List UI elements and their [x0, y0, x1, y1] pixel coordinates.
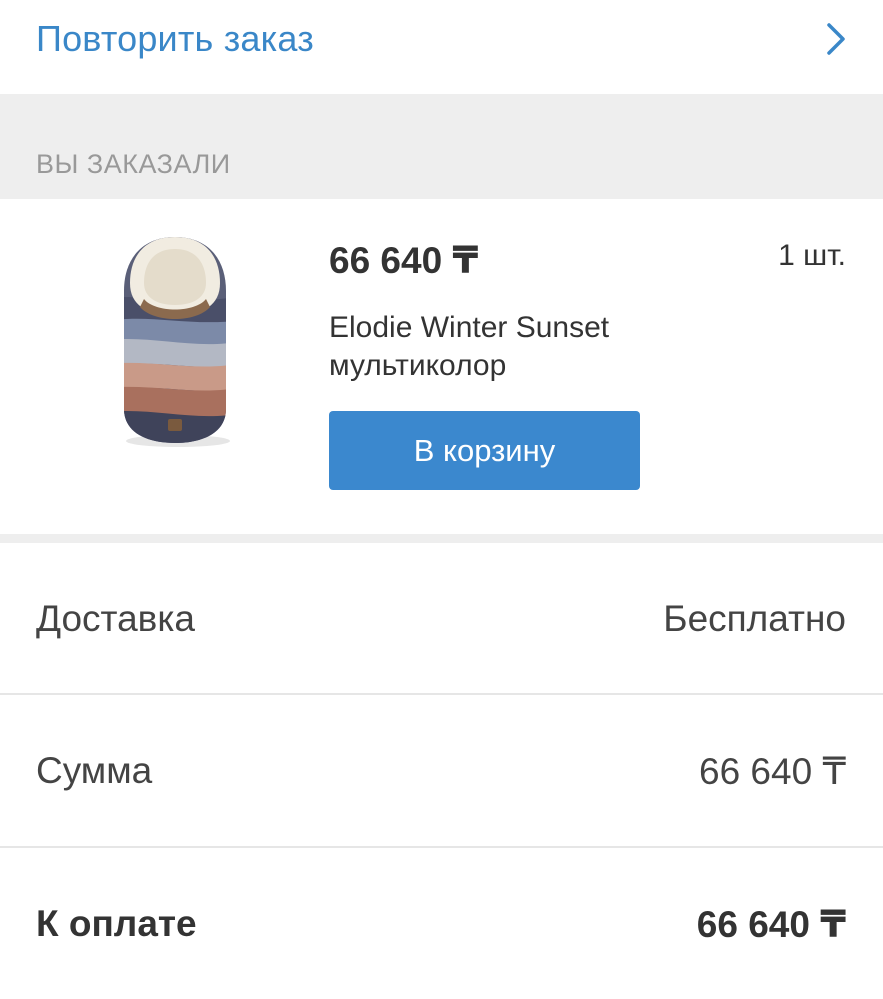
product-price: 66 640 ₸: [329, 240, 479, 281]
delivery-value: Бесплатно: [663, 598, 846, 639]
order-details-page: Повторить заказ ВЫ ЗАКАЗАЛИ 66 640 ₸ 1 ш…: [0, 0, 883, 999]
repeat-order-row[interactable]: Повторить заказ: [0, 0, 883, 94]
to-pay-row: К оплате 66 640 ₸: [0, 848, 883, 999]
product-name[interactable]: Elodie Winter Sunset мультиколор: [329, 309, 709, 385]
to-pay-label: К оплате: [36, 903, 197, 944]
product-image[interactable]: [100, 229, 250, 449]
product-quantity: 1 шт.: [778, 239, 846, 272]
add-to-cart-button[interactable]: В корзину: [329, 411, 640, 490]
chevron-right-icon[interactable]: [825, 22, 847, 56]
to-pay-value: 66 640 ₸: [696, 903, 846, 945]
sum-label: Сумма: [36, 750, 153, 791]
sum-value: 66 640 ₸: [699, 750, 846, 792]
delivery-row: Доставка Бесплатно: [0, 543, 883, 695]
repeat-order-label[interactable]: Повторить заказ: [36, 18, 314, 60]
delivery-label: Доставка: [36, 598, 195, 639]
product-item: 66 640 ₸ 1 шт. Elodie Winter Sunset муль…: [0, 199, 883, 534]
section-divider: [0, 534, 883, 543]
section-title: ВЫ ЗАКАЗАЛИ: [36, 149, 231, 179]
sum-row: Сумма 66 640 ₸: [0, 695, 883, 847]
ordered-section-header: ВЫ ЗАКАЗАЛИ: [0, 94, 883, 199]
